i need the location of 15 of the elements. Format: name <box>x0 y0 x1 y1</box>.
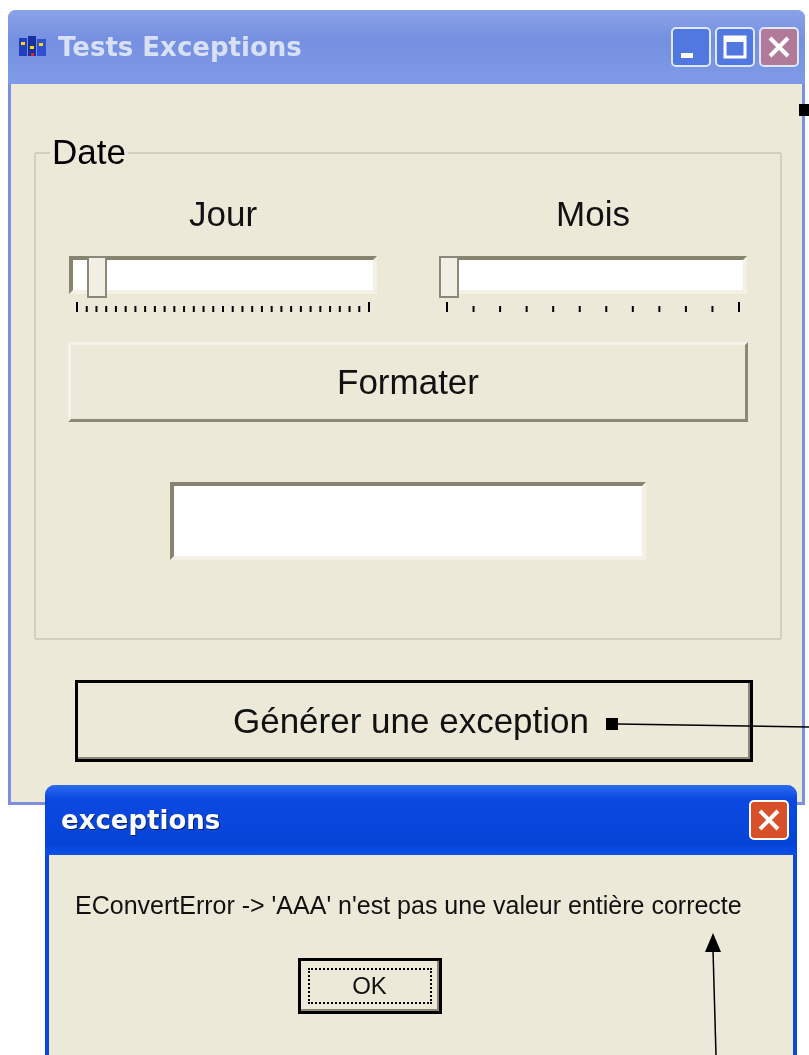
window-title: Tests Exceptions <box>58 32 302 62</box>
minimize-icon[interactable] <box>671 27 711 67</box>
ok-button[interactable]: OK <box>297 958 442 1014</box>
generate-button[interactable]: Générer une exception <box>75 680 753 762</box>
slider-thumb[interactable] <box>87 256 107 298</box>
slider-label: Mois <box>556 194 630 234</box>
result-field[interactable] <box>170 482 646 560</box>
format-button[interactable]: Formater <box>68 342 748 422</box>
close-icon[interactable] <box>759 27 799 67</box>
slider-thumb[interactable] <box>439 256 459 298</box>
maximize-icon[interactable] <box>715 27 755 67</box>
slider-label: Jour <box>188 194 258 234</box>
dialog-title: exceptions <box>61 805 221 835</box>
marker-square <box>799 104 809 116</box>
error-message: EConvertError -> 'AAA' n'est pas une valeur entière correcte <box>75 891 742 920</box>
